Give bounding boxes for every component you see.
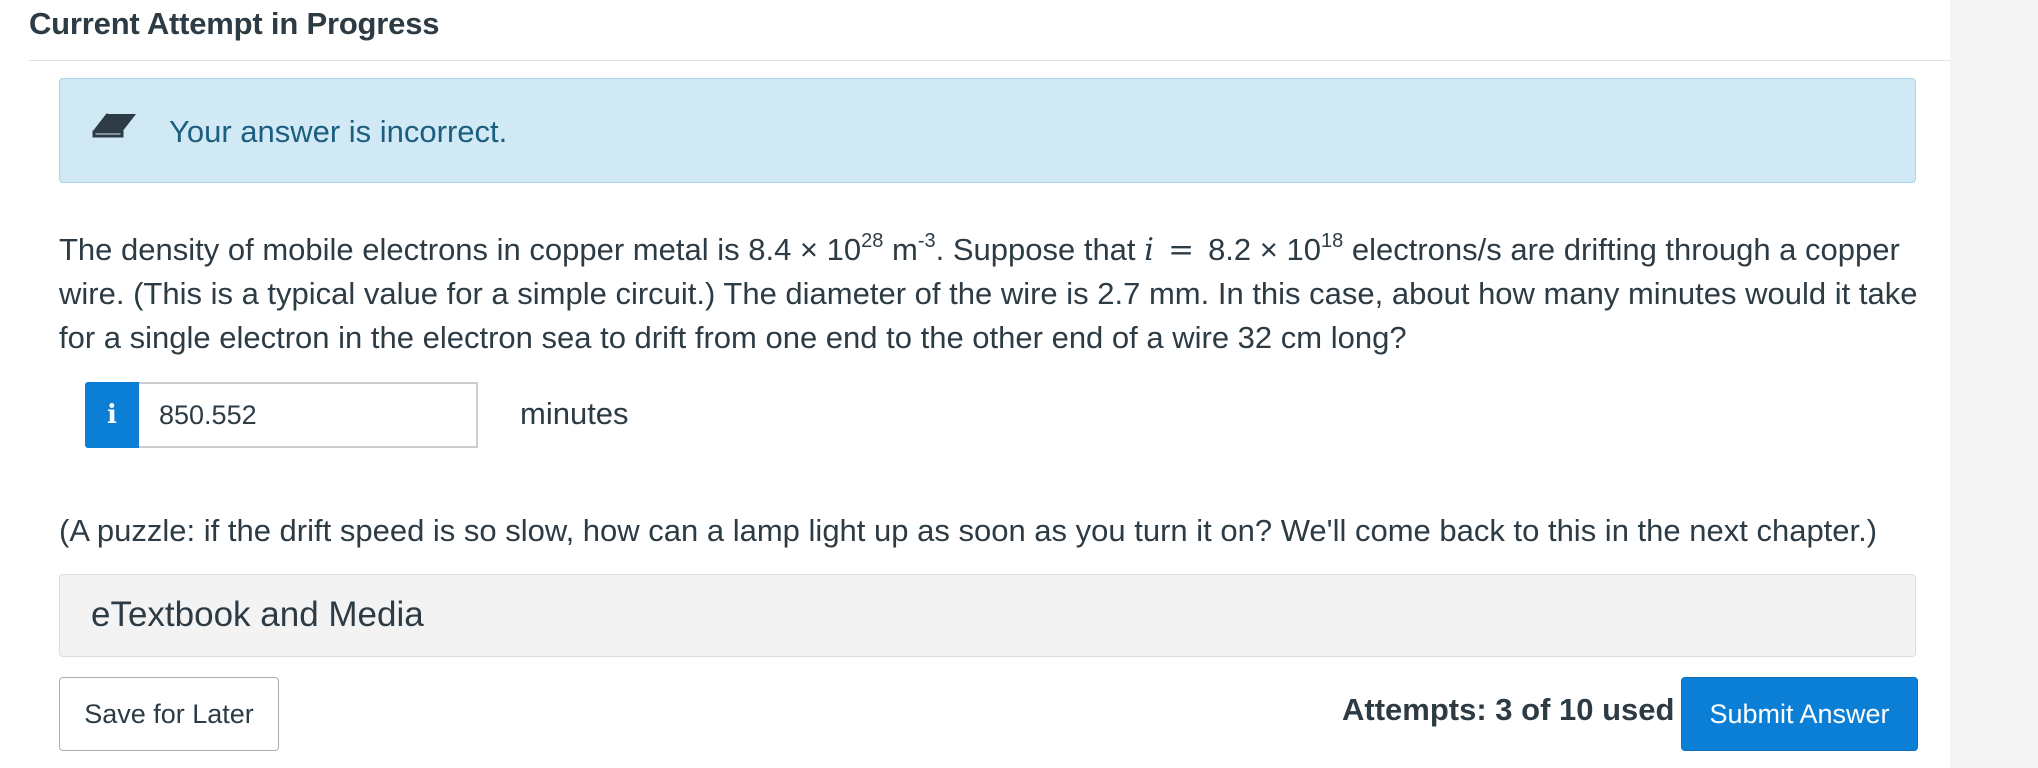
current-variable: i <box>1144 232 1155 268</box>
answer-input[interactable] <box>139 382 478 448</box>
eraser-icon <box>90 109 138 149</box>
etextbook-media-label: eTextbook and Media <box>91 595 424 634</box>
exponent-18: 18 <box>1320 229 1344 252</box>
puzzle-text: (A puzzle: if the drift speed is so slow… <box>59 513 1878 548</box>
equals-sign: = <box>1168 232 1195 268</box>
question-part-3: . Suppose that <box>935 232 1145 267</box>
exponent-minus-3: -3 <box>917 229 936 252</box>
answer-unit-label: minutes <box>520 396 629 431</box>
question-part-4: 8.2 × 10 <box>1208 232 1321 267</box>
info-icon[interactable]: i <box>85 382 139 448</box>
save-for-later-button[interactable]: Save for Later <box>59 677 279 751</box>
incorrect-answer-alert: Your answer is incorrect. <box>59 78 1916 183</box>
exponent-28: 28 <box>861 229 884 252</box>
alert-message: Your answer is incorrect. <box>169 114 508 149</box>
page-title: Current Attempt in Progress <box>29 6 440 41</box>
etextbook-media-panel[interactable]: eTextbook and Media <box>59 574 1916 657</box>
quiz-page: Current Attempt in Progress Your answer … <box>0 0 2038 768</box>
question-part-1: The density of mobile electrons in coppe… <box>59 232 862 267</box>
submit-answer-button[interactable]: Submit Answer <box>1681 677 1918 751</box>
page-header: Current Attempt in Progress <box>29 0 1950 61</box>
question-text: The density of mobile electrons in coppe… <box>59 228 1939 360</box>
question-part-2: m <box>883 232 918 267</box>
right-gutter <box>1950 0 2038 768</box>
attempts-counter: Attempts: 3 of 10 used <box>1342 692 1675 727</box>
